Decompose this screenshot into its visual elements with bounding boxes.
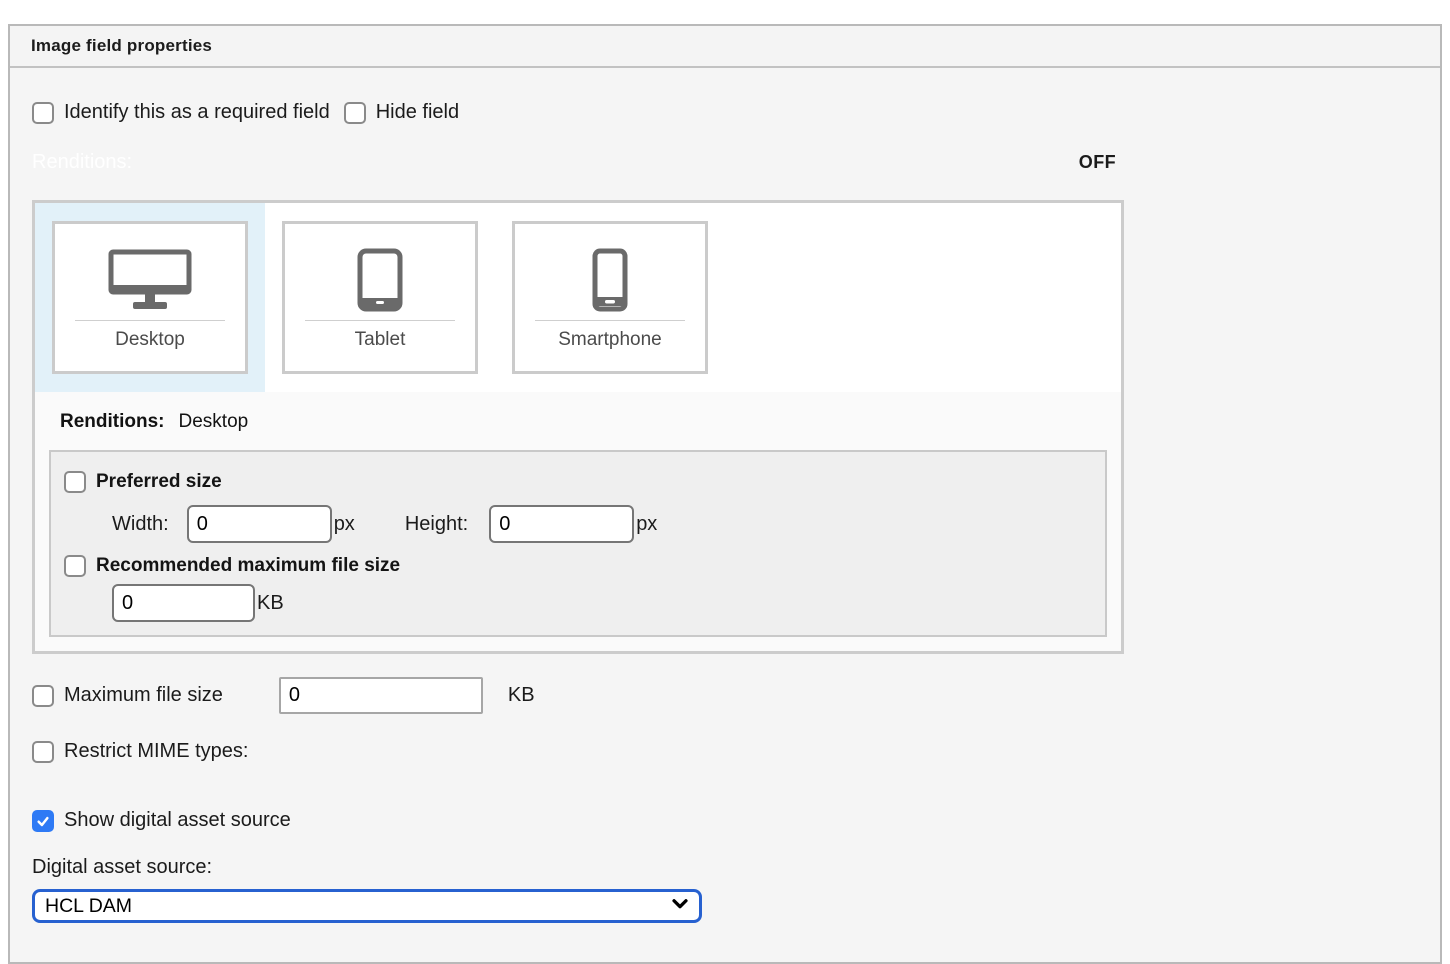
required-field-label: Identify this as a required field xyxy=(64,101,330,124)
recommended-size-label: Recommended maximum file size xyxy=(96,555,400,577)
restrict-mime-checkbox[interactable] xyxy=(32,741,54,763)
field-flags-row: Identify this as a required field Hide f… xyxy=(32,101,1418,124)
digital-asset-source-wrap: HCL DAM xyxy=(32,889,702,923)
max-file-size-input[interactable] xyxy=(279,677,483,714)
device-cards-row: Desktop Tablet xyxy=(35,203,1121,392)
height-input[interactable] xyxy=(489,505,634,543)
width-label: Width: xyxy=(112,513,169,536)
show-asset-source-label: Show digital asset source xyxy=(64,809,291,832)
max-file-size-checkbox[interactable] xyxy=(32,685,54,707)
card-divider xyxy=(535,320,685,321)
recommended-size-input[interactable] xyxy=(112,584,255,622)
restrict-mime-label: Restrict MIME types: xyxy=(64,740,248,763)
card-divider xyxy=(305,320,455,321)
show-asset-source-row: Show digital asset source xyxy=(32,809,1418,832)
width-unit: px xyxy=(334,513,355,536)
device-label: Desktop xyxy=(115,329,185,351)
max-file-size-label: Maximum file size xyxy=(64,684,223,707)
recommended-kb-row: KB xyxy=(112,584,1092,622)
smartphone-icon xyxy=(592,248,628,312)
tablet-card[interactable]: Tablet xyxy=(282,221,478,374)
detail-selected-device: Desktop xyxy=(179,411,249,432)
recommended-size-checkbox[interactable] xyxy=(64,555,86,577)
max-file-size-row: Maximum file size KB xyxy=(32,677,1418,714)
detail-title-label: Renditions: xyxy=(60,411,165,432)
device-card-smartphone[interactable]: Smartphone xyxy=(495,203,725,392)
preferred-size-label: Preferred size xyxy=(96,471,222,493)
renditions-detail-title: Renditions: Desktop xyxy=(60,411,1107,433)
page-title: Image field properties xyxy=(31,36,212,56)
device-card-tablet[interactable]: Tablet xyxy=(265,203,495,392)
digital-asset-source-select[interactable]: HCL DAM xyxy=(32,889,702,923)
renditions-panel: Desktop Tablet xyxy=(32,200,1124,654)
required-field-group: Identify this as a required field xyxy=(32,101,330,124)
max-file-size-unit: KB xyxy=(508,684,535,707)
tablet-icon xyxy=(357,248,403,312)
device-label: Tablet xyxy=(355,329,406,351)
renditions-header-row: Renditions: OFF xyxy=(32,151,1124,174)
desktop-card[interactable]: Desktop xyxy=(52,221,248,374)
device-card-desktop[interactable]: Desktop xyxy=(35,203,265,392)
renditions-faint-label: Renditions: xyxy=(32,151,132,174)
recommended-unit: KB xyxy=(257,592,284,615)
smartphone-card[interactable]: Smartphone xyxy=(512,221,708,374)
card-divider xyxy=(75,320,225,321)
digital-asset-source-label: Digital asset source: xyxy=(32,856,1418,879)
desktop-icon xyxy=(108,248,192,312)
renditions-detail-section: Renditions: Desktop Preferred size Width:… xyxy=(35,392,1121,651)
size-options-panel: Preferred size Width: px Height: px xyxy=(49,450,1107,637)
hide-field-group: Hide field xyxy=(344,101,459,124)
recommended-size-row: Recommended maximum file size xyxy=(64,555,1092,577)
restrict-mime-row: Restrict MIME types: xyxy=(32,740,1418,763)
height-unit: px xyxy=(636,513,657,536)
required-field-checkbox[interactable] xyxy=(32,102,54,124)
height-label: Height: xyxy=(405,513,468,536)
device-label: Smartphone xyxy=(558,329,662,351)
panel-header: Image field properties xyxy=(10,26,1440,68)
width-height-row: Width: px Height: px xyxy=(112,505,1092,543)
preferred-size-checkbox[interactable] xyxy=(64,471,86,493)
hide-field-checkbox[interactable] xyxy=(344,102,366,124)
width-input[interactable] xyxy=(187,505,332,543)
show-asset-source-checkbox[interactable] xyxy=(32,810,54,832)
image-field-properties-panel: Image field properties Identify this as … xyxy=(8,24,1442,964)
hide-field-label: Hide field xyxy=(376,101,459,124)
renditions-toggle-state[interactable]: OFF xyxy=(1079,152,1116,173)
preferred-size-row: Preferred size xyxy=(64,471,1092,493)
check-icon xyxy=(35,813,51,829)
